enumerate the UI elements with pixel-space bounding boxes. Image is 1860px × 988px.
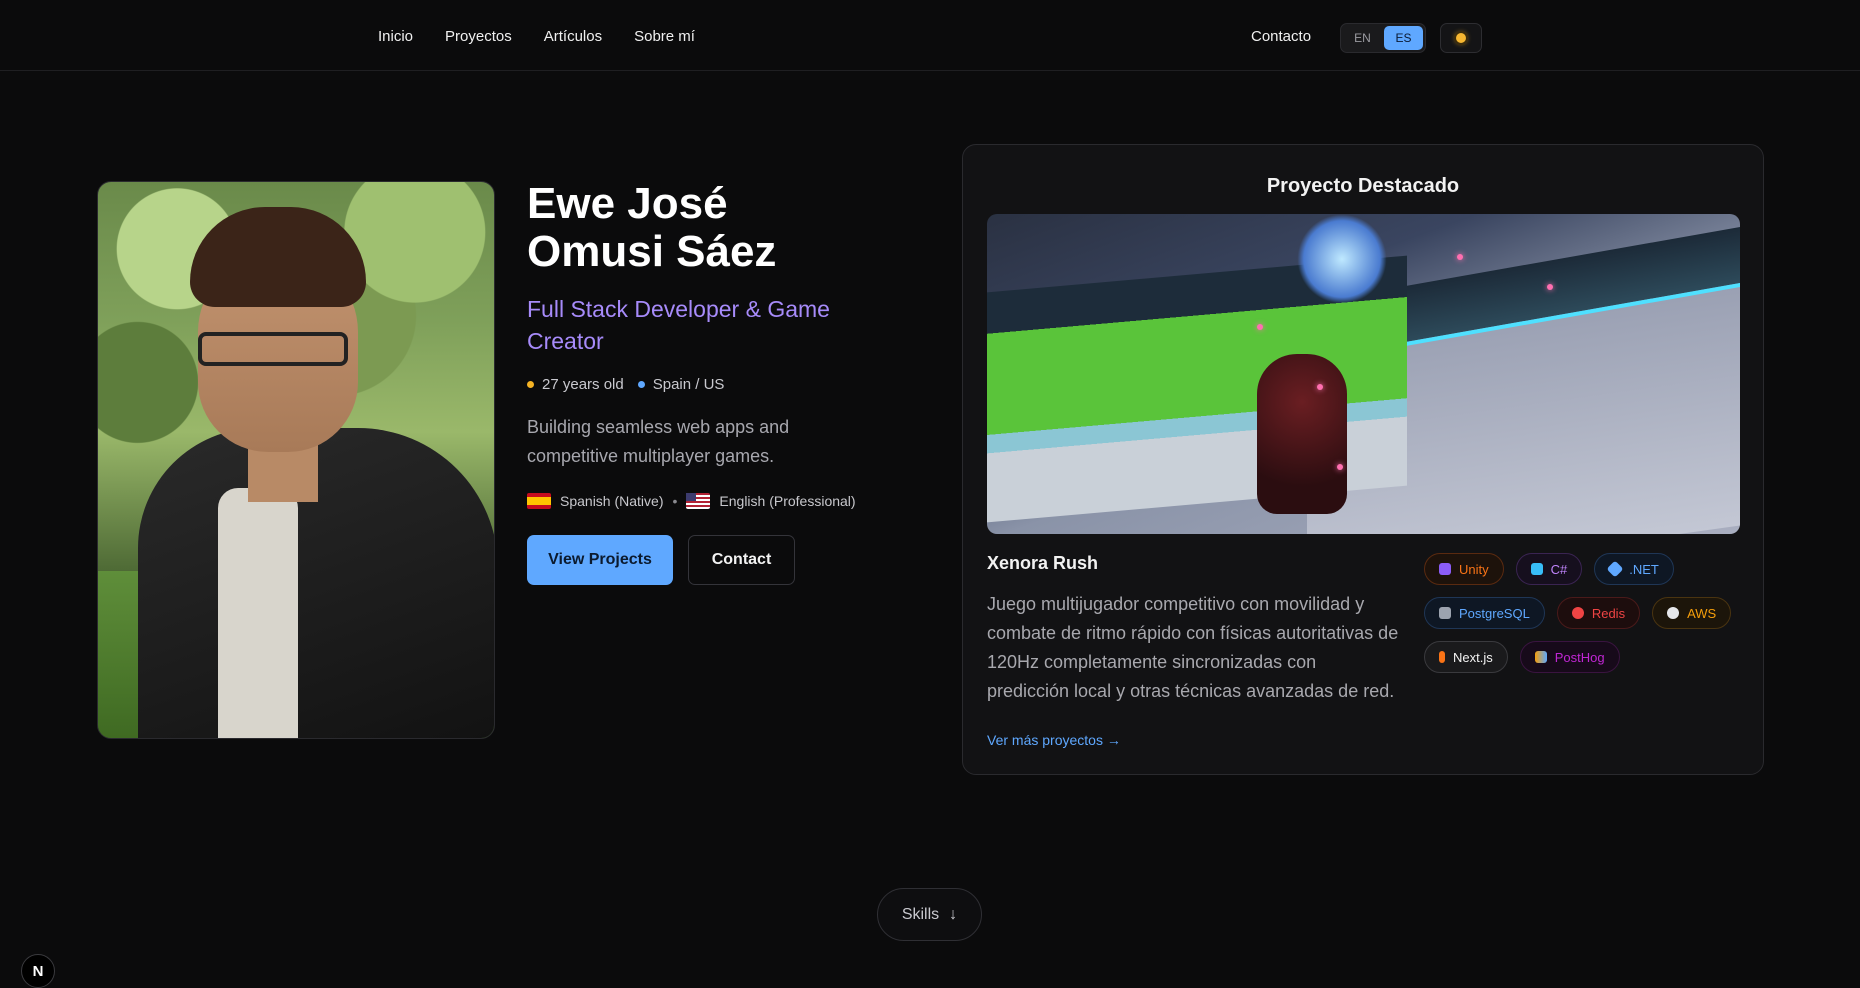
view-projects-button[interactable]: View Projects	[527, 535, 673, 585]
gamepad-icon	[1439, 563, 1451, 575]
nav-link-articulos[interactable]: Artículos	[544, 28, 602, 45]
skills-label: Skills	[901, 905, 940, 923]
dot-icon	[637, 381, 645, 388]
featured-heading: Proyecto Destacado	[1266, 175, 1460, 197]
tech-tags: Unity C# .NET PostgreSQL Redis AWS Next.…	[1424, 553, 1744, 673]
tag-nextjs: Next.js	[1424, 641, 1508, 673]
theme-toggle-button[interactable]	[1440, 23, 1482, 53]
tag-posthog: PostHog	[1519, 641, 1620, 673]
tag-redis: Redis	[1556, 597, 1641, 629]
cloud-icon	[1667, 607, 1680, 619]
arrow-down-icon: ↓	[949, 905, 958, 923]
location-text: Spain / US	[652, 376, 725, 393]
tag-csharp: C#	[1515, 553, 1583, 585]
spain-flag-icon	[527, 493, 551, 509]
nav-link-inicio[interactable]: Inicio	[378, 28, 413, 45]
tag-dotnet: .NET	[1594, 553, 1674, 585]
dot-icon	[527, 381, 534, 388]
featured-project-card: Proyecto Destacado Xenora Rush Juego mul…	[962, 144, 1764, 775]
lang-en-button[interactable]: EN	[1343, 26, 1382, 50]
tag-postgresql: PostgreSQL	[1424, 597, 1545, 629]
elephant-icon	[1439, 607, 1451, 619]
nextjs-dev-badge[interactable]: N	[21, 954, 55, 988]
project-title: Xenora Rush	[987, 553, 1099, 573]
redis-icon	[1571, 607, 1584, 619]
more-projects-link[interactable]: Ver más proyectos →	[987, 732, 1121, 748]
top-nav: Inicio Proyectos Artículos Sobre mí Cont…	[0, 0, 1860, 71]
project-screenshot[interactable]	[987, 214, 1740, 534]
project-description: Juego multijugador competitivo con movil…	[987, 594, 1399, 701]
contact-button[interactable]: Contact	[688, 535, 795, 585]
nav-link-sobre-mi[interactable]: Sobre mí	[634, 28, 695, 45]
gem-icon	[1530, 563, 1543, 575]
language-english: English (Professional)	[719, 493, 856, 509]
nav-links: Inicio Proyectos Artículos Sobre mí	[378, 28, 695, 45]
tag-aws: AWS	[1652, 597, 1732, 629]
bolt-icon	[1439, 651, 1445, 663]
hero-role: Full Stack Developer & Game Creator	[527, 296, 830, 354]
age-item: 27 years old	[527, 376, 624, 393]
location-item: Spain / US	[637, 376, 725, 393]
hero-meta: 27 years old Spain / US	[527, 376, 724, 393]
spoken-languages: Spanish (Native) • English (Professional…	[527, 493, 856, 509]
us-flag-icon	[686, 493, 711, 509]
nav-link-contacto[interactable]: Contacto	[1251, 28, 1311, 45]
sun-icon	[1456, 33, 1466, 43]
hero-bio: Building seamless web apps and competiti…	[527, 417, 790, 466]
diamond-icon	[1606, 560, 1624, 578]
language-spanish: Spanish (Native)	[560, 493, 664, 509]
profile-photo	[97, 181, 495, 739]
chart-icon	[1534, 651, 1547, 663]
lang-es-button[interactable]: ES	[1384, 26, 1423, 50]
age-text: 27 years old	[542, 376, 624, 393]
nav-link-proyectos[interactable]: Proyectos	[445, 28, 512, 45]
language-switch: EN ES	[1340, 23, 1426, 53]
separator: •	[672, 493, 678, 509]
tag-unity: Unity	[1424, 553, 1504, 585]
hero-name: Ewe José Omusi Sáez	[527, 179, 777, 276]
skills-scroll-button[interactable]: Skills ↓	[877, 888, 982, 941]
